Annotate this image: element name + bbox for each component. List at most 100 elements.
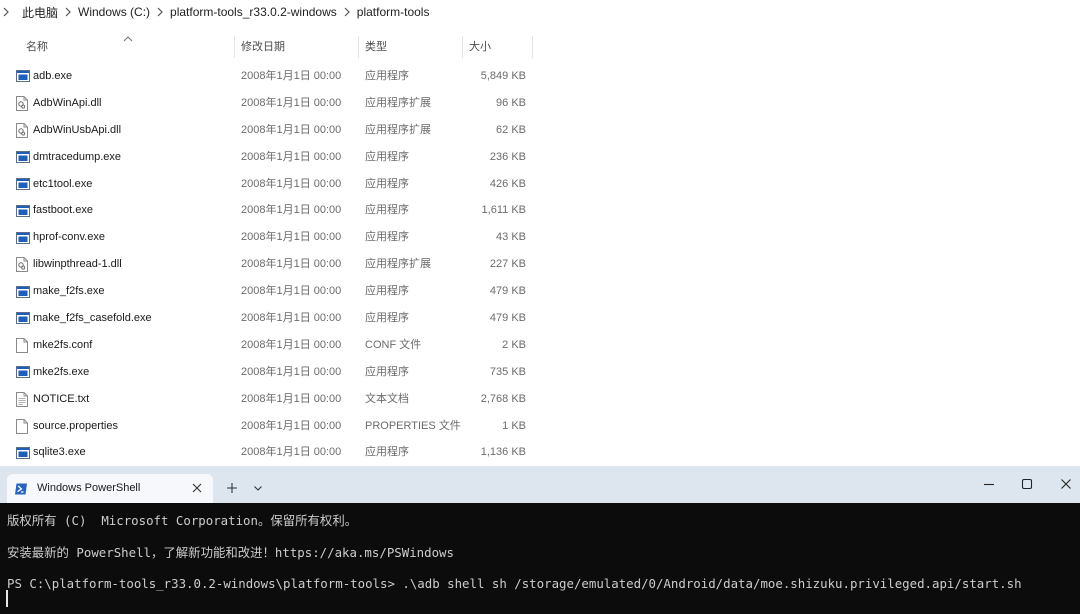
sort-ascending-icon <box>122 28 134 42</box>
file-date: 2008年1月1日 00:00 <box>241 365 342 378</box>
file-size: 96 KB <box>496 96 526 109</box>
column-header-name-label: 名称 <box>26 41 48 53</box>
column-header-date[interactable]: 修改日期 <box>236 34 358 60</box>
file-size: 227 KB <box>489 258 526 271</box>
close-window-icon[interactable] <box>1058 476 1074 492</box>
chevron-down-icon[interactable] <box>251 480 265 496</box>
column-header-type[interactable]: 类型 <box>360 34 462 60</box>
file-date: 2008年1月1日 00:00 <box>241 285 342 298</box>
exe-icon <box>16 278 30 305</box>
file-type: 应用程序 <box>365 70 409 82</box>
file-type: 文本文档 <box>365 392 409 405</box>
file-name: libwinpthread-1.dll <box>33 258 122 271</box>
column-divider[interactable] <box>532 36 533 58</box>
file-icon <box>16 413 30 440</box>
file-type: 应用程序 <box>365 285 409 298</box>
file-name: hprof-conv.exe <box>33 231 105 244</box>
close-tab-icon[interactable] <box>191 482 203 494</box>
file-name: mke2fs.conf <box>33 338 93 351</box>
tab-windows-powershell[interactable]: Windows PowerShell <box>7 474 213 503</box>
breadcrumb-platform-tools[interactable]: platform-tools <box>355 5 432 19</box>
exe-icon <box>16 144 30 171</box>
text-cursor <box>6 590 8 607</box>
file-row[interactable]: AdbWinApi.dll 2008年1月1日 00:00 应用程序扩展 96 … <box>12 90 534 117</box>
file-date: 2008年1月1日 00:00 <box>241 231 342 244</box>
file-name: mke2fs.exe <box>33 365 90 378</box>
chevron-right-icon[interactable] <box>2 5 10 19</box>
column-divider[interactable] <box>234 36 235 58</box>
exe-icon <box>16 197 30 224</box>
file-row[interactable]: libwinpthread-1.dll 2008年1月1日 00:00 应用程序… <box>12 251 534 278</box>
column-divider[interactable] <box>358 36 359 58</box>
file-size: 2 KB <box>502 338 526 351</box>
dll-icon <box>16 117 30 144</box>
column-header-name[interactable]: 名称 <box>12 34 234 60</box>
new-tab-plus-icon[interactable] <box>224 480 240 496</box>
file-list: adb.exe 2008年1月1日 00:00 应用程序 5,849 KB Ad… <box>12 63 534 466</box>
file-name: fastboot.exe <box>33 204 93 217</box>
file-row[interactable]: etc1tool.exe 2008年1月1日 00:00 应用程序 426 KB <box>12 171 534 198</box>
chevron-right-icon[interactable] <box>152 5 168 19</box>
file-date: 2008年1月1日 00:00 <box>241 446 342 459</box>
column-header-type-label: 类型 <box>365 41 387 53</box>
file-type: 应用程序 <box>365 150 409 163</box>
file-size: 43 KB <box>496 231 526 244</box>
exe-icon <box>16 359 30 386</box>
file-explorer: 此电脑 Windows (C:) platform-tools_r33.0.2-… <box>0 0 1080 466</box>
file-row[interactable]: sqlite3.exe 2008年1月1日 00:00 应用程序 1,136 K… <box>12 439 534 466</box>
file-date: 2008年1月1日 00:00 <box>241 312 342 325</box>
column-header-size[interactable]: 大小 <box>464 34 532 60</box>
file-row[interactable]: dmtracedump.exe 2008年1月1日 00:00 应用程序 236… <box>12 144 534 171</box>
file-size: 426 KB <box>489 177 526 190</box>
file-row[interactable]: AdbWinUsbApi.dll 2008年1月1日 00:00 应用程序扩展 … <box>12 117 534 144</box>
file-row[interactable]: make_f2fs_casefold.exe 2008年1月1日 00:00 应… <box>12 305 534 332</box>
file-size: 236 KB <box>489 150 526 163</box>
file-name: etc1tool.exe <box>33 177 93 190</box>
file-size: 1 KB <box>502 419 526 432</box>
file-type: 应用程序 <box>365 204 409 217</box>
exe-icon <box>16 224 30 251</box>
column-header-date-label: 修改日期 <box>241 41 285 53</box>
chevron-right-icon[interactable] <box>60 5 76 19</box>
file-date: 2008年1月1日 00:00 <box>241 258 342 271</box>
file-size: 1,611 KB <box>481 204 526 217</box>
file-name: NOTICE.txt <box>33 392 90 405</box>
breadcrumb-this-pc[interactable]: 此电脑 <box>20 4 60 21</box>
file-date: 2008年1月1日 00:00 <box>241 123 342 136</box>
text-file-icon <box>16 386 30 413</box>
file-type: 应用程序 <box>365 177 409 190</box>
column-divider[interactable] <box>462 36 463 58</box>
file-row[interactable]: make_f2fs.exe 2008年1月1日 00:00 应用程序 479 K… <box>12 278 534 305</box>
powershell-icon <box>14 482 28 496</box>
maximize-icon[interactable] <box>1019 476 1035 492</box>
file-row[interactable]: mke2fs.exe 2008年1月1日 00:00 应用程序 735 KB <box>12 359 534 386</box>
file-name: adb.exe <box>33 70 73 82</box>
file-type: 应用程序 <box>365 365 409 378</box>
file-name: make_f2fs_casefold.exe <box>33 312 152 325</box>
file-row[interactable]: NOTICE.txt 2008年1月1日 00:00 文本文档 2,768 KB <box>12 386 534 413</box>
file-size: 479 KB <box>489 312 526 325</box>
terminal-console[interactable]: 版权所有 (C) Microsoft Corporation。保留所有权利。 安… <box>0 503 1080 614</box>
file-date: 2008年1月1日 00:00 <box>241 177 342 190</box>
file-row[interactable]: adb.exe 2008年1月1日 00:00 应用程序 5,849 KB <box>12 63 534 90</box>
column-header-row: 名称 修改日期 类型 大小 <box>12 34 534 60</box>
exe-icon <box>16 305 30 332</box>
chevron-right-icon[interactable] <box>339 5 355 19</box>
breadcrumb: 此电脑 Windows (C:) platform-tools_r33.0.2-… <box>0 0 431 24</box>
file-type: 应用程序 <box>365 312 409 325</box>
file-type: CONF 文件 <box>365 338 422 351</box>
file-type: 应用程序扩展 <box>365 258 431 271</box>
breadcrumb-drive-c[interactable]: Windows (C:) <box>76 5 152 19</box>
file-size: 735 KB <box>489 365 526 378</box>
file-row[interactable]: hprof-conv.exe 2008年1月1日 00:00 应用程序 43 K… <box>12 224 534 251</box>
console-copyright-line: 版权所有 (C) Microsoft Corporation。保留所有权利。 <box>7 513 358 528</box>
file-row[interactable]: fastboot.exe 2008年1月1日 00:00 应用程序 1,611 … <box>12 197 534 224</box>
file-date: 2008年1月1日 00:00 <box>241 419 342 432</box>
file-name: AdbWinUsbApi.dll <box>33 123 122 136</box>
file-type: 应用程序扩展 <box>365 123 431 136</box>
file-row[interactable]: source.properties 2008年1月1日 00:00 PROPER… <box>12 413 534 440</box>
file-row[interactable]: mke2fs.conf 2008年1月1日 00:00 CONF 文件 2 KB <box>12 332 534 359</box>
minimize-icon[interactable] <box>981 476 997 492</box>
console-update-hint-line: 安装最新的 PowerShell，了解新功能和改进！https://aka.ms… <box>7 545 454 560</box>
breadcrumb-platform-tools-windows[interactable]: platform-tools_r33.0.2-windows <box>168 5 339 19</box>
